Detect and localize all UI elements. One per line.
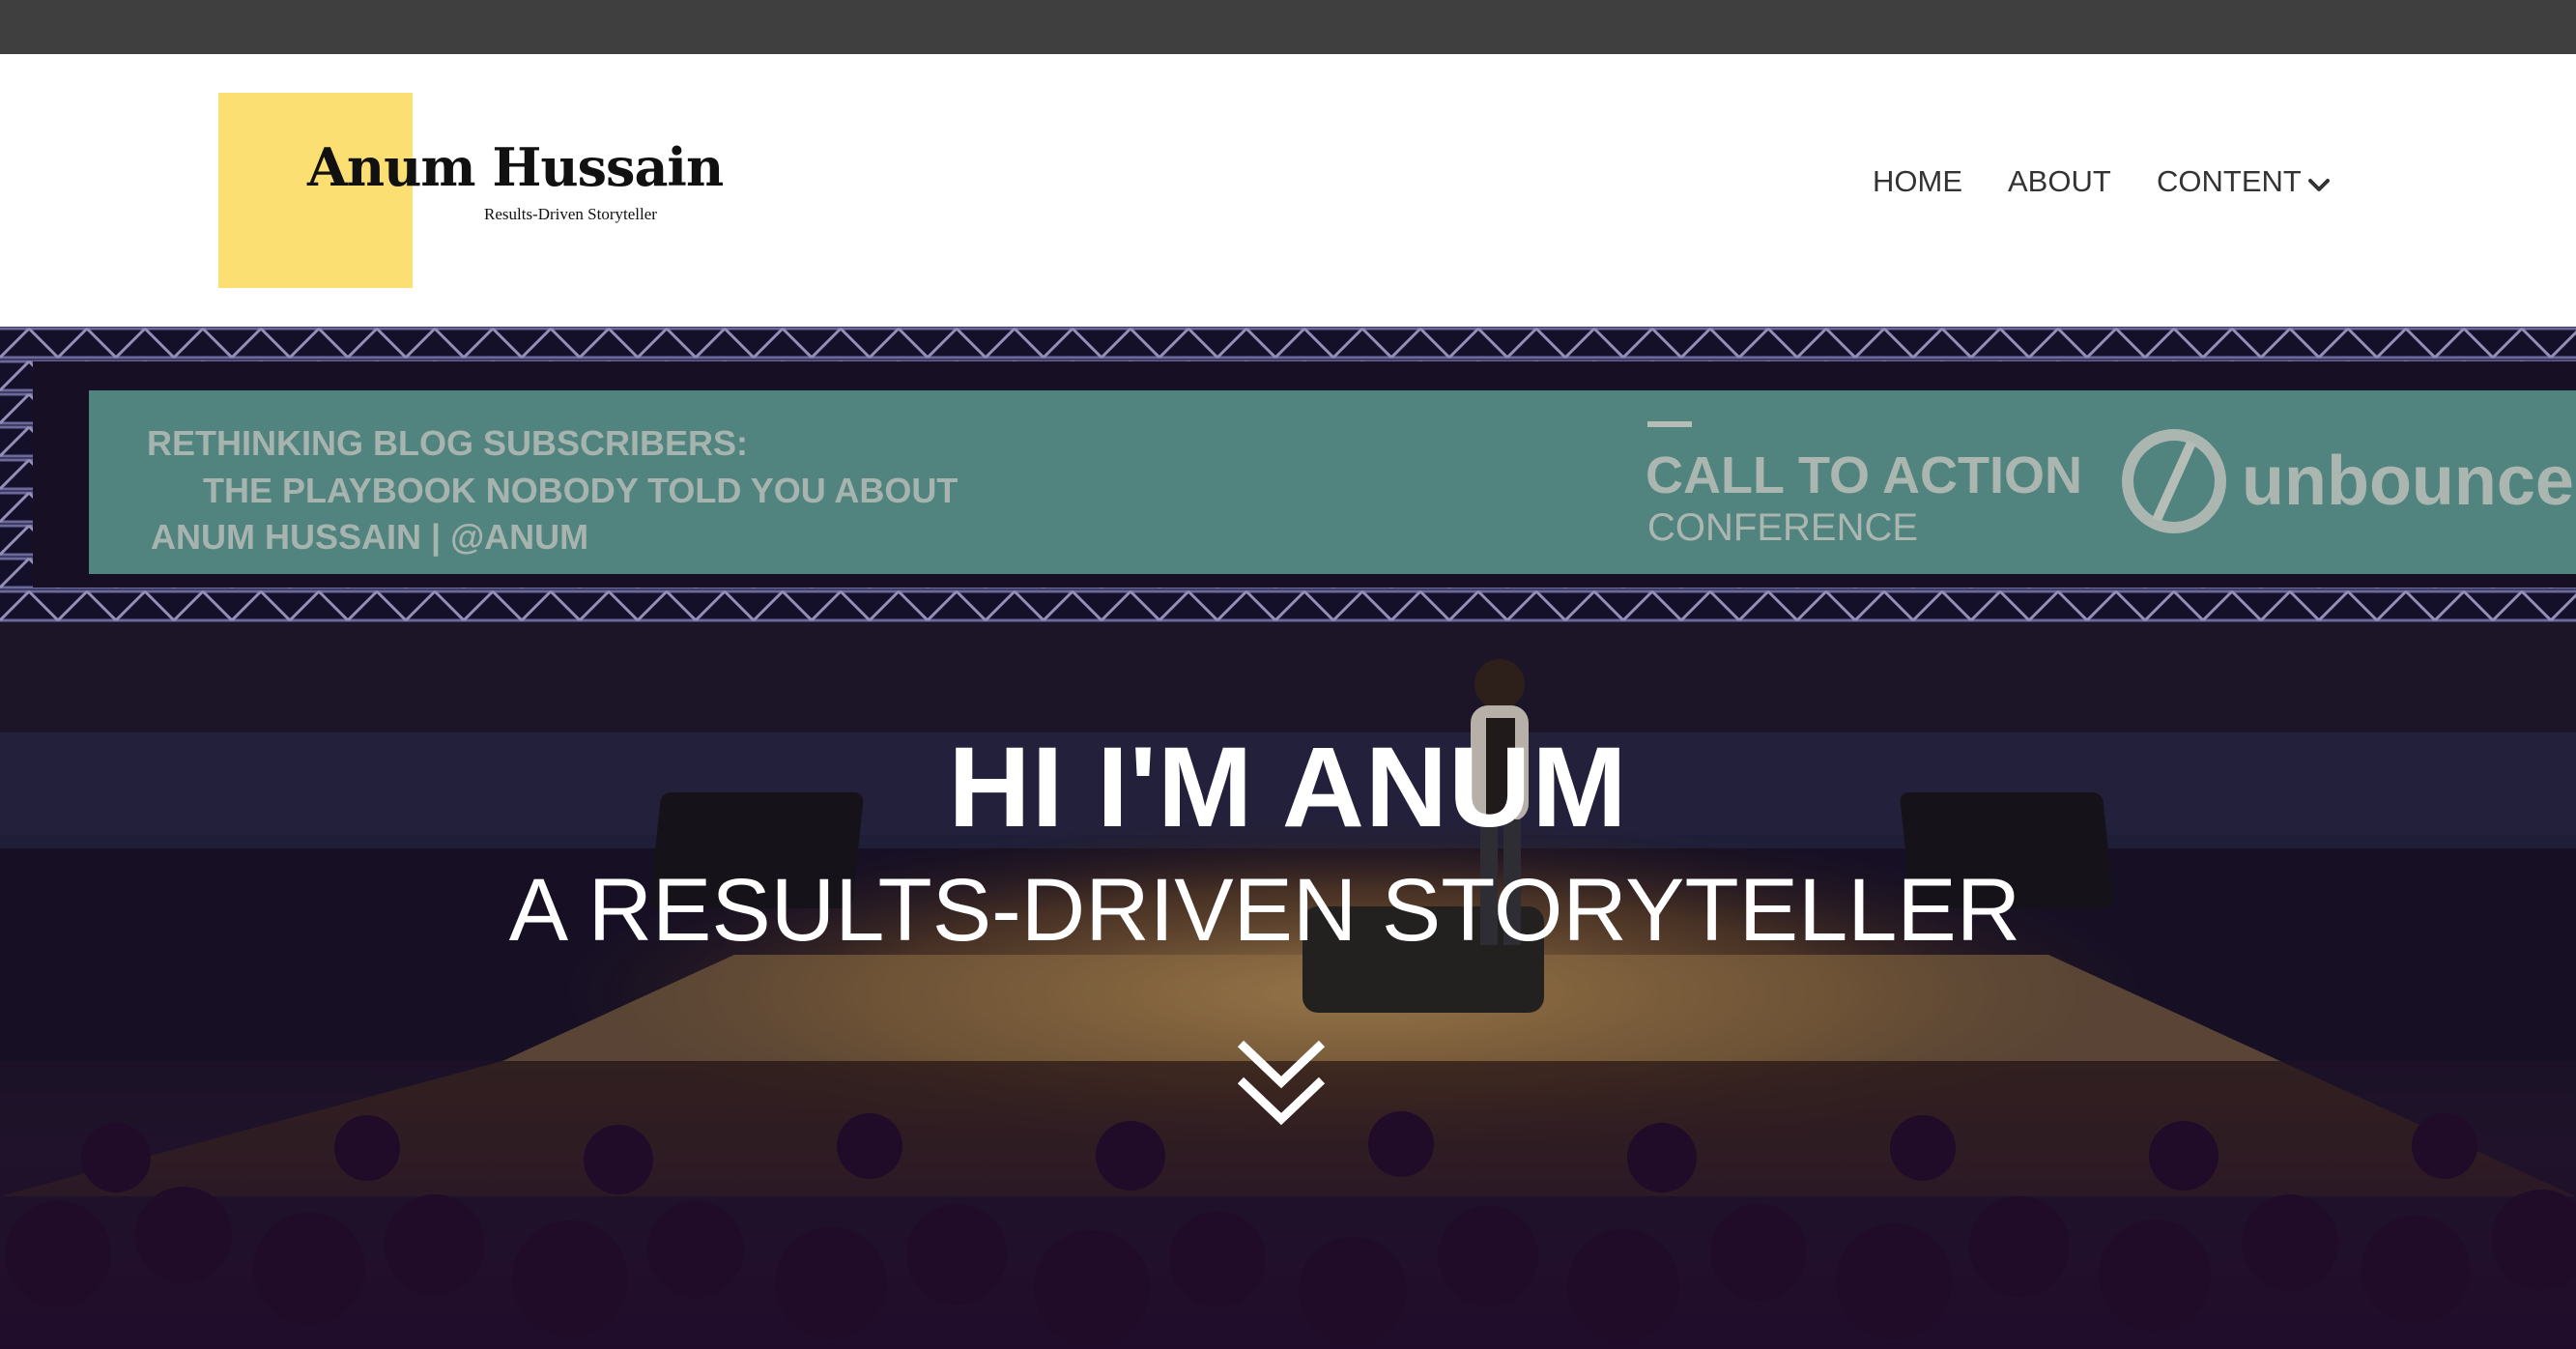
browser-top-bar (0, 0, 2576, 54)
hero-title: HI I'M ANUM (948, 724, 1628, 851)
chevron-down-icon (2307, 178, 2330, 191)
nav-content-label: CONTENT (2157, 164, 2302, 198)
nav-content-dropdown[interactable]: CONTENT (2157, 166, 2331, 196)
site-logo[interactable]: Anum Hussain Results-Driven Storyteller (218, 93, 724, 288)
nav-about-link[interactable]: ABOUT (2008, 166, 2111, 196)
logo-tagline: Results-Driven Storyteller (484, 205, 657, 223)
double-chevron-down-icon[interactable] (1233, 1036, 1330, 1133)
hero-subtitle: A RESULTS-DRIVEN STORYTELLER (508, 861, 2021, 960)
hero-section: RETHINKING BLOG SUBSCRIBERS: THE PLAYBOO… (0, 327, 2576, 1349)
logo-name: Anum Hussain (307, 136, 724, 198)
nav-home-link[interactable]: HOME (1873, 166, 1962, 196)
